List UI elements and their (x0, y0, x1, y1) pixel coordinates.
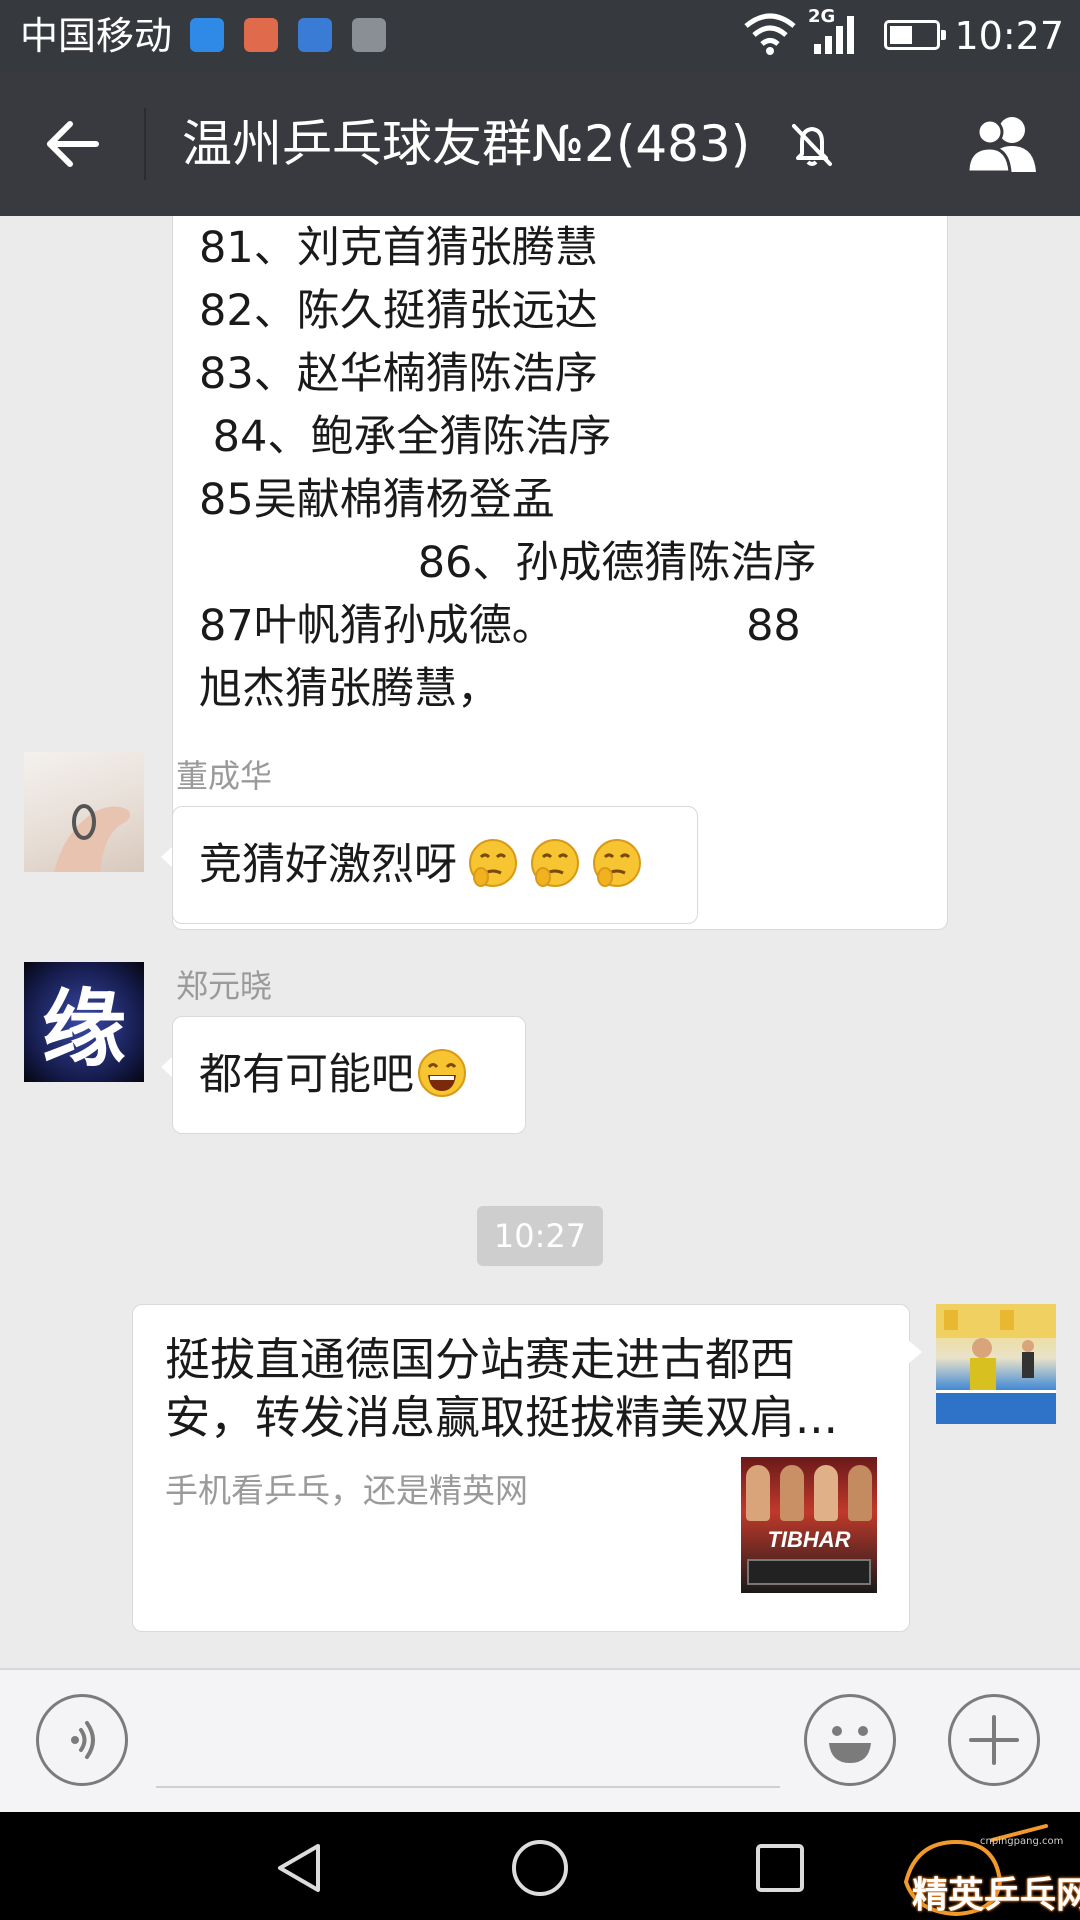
site-watermark: cnpingpang.com 精英乒乓网 (896, 1822, 1080, 1918)
signal-icon (814, 16, 854, 54)
sender-name: 郑元晓 (176, 967, 273, 1005)
battery-icon (884, 20, 946, 50)
link-title: 挺拔直通德国分站赛走进古都西安，转发消息赢取挺拔精美双肩... (165, 1333, 838, 1444)
voice-icon (71, 1721, 95, 1759)
message-bubble[interactable]: 都有可能吧 (172, 1016, 526, 1134)
link-thumbnail: TIBHAR (741, 1457, 877, 1593)
link-description: 手机看乒乓，还是精英网 (165, 1471, 528, 1510)
hand-with-ring-image (54, 804, 130, 872)
grinning-emoji-icon (418, 1049, 466, 1097)
table-tennis-player-image (936, 1304, 1056, 1424)
message-line: 84、鲍承全猜陈浩序 (199, 412, 612, 462)
health-app-icon (298, 18, 332, 52)
smiley-icon (829, 1726, 871, 1763)
nav-recents-button[interactable] (752, 1840, 808, 1896)
thinking-emoji-icon (593, 839, 641, 887)
avatar-self[interactable] (936, 1304, 1056, 1424)
shared-link-card[interactable]: 挺拔直通德国分站赛走进古都西安，转发消息赢取挺拔精美双肩... 手机看乒乓，还是… (132, 1304, 910, 1632)
status-bar: 中国移动 2G 10:27 (0, 0, 1080, 72)
message-line: 85吴献棉猜杨登孟 (199, 475, 555, 525)
message-text: 竞猜好激烈呀 (199, 840, 457, 890)
group-members-button[interactable] (960, 112, 1046, 176)
mute-notification-icon (792, 124, 832, 166)
thinking-emoji-icon (469, 839, 517, 887)
bubble-tail (908, 1340, 922, 1364)
avatar-calligraphy: 缘 (41, 978, 126, 1078)
back-button[interactable] (36, 108, 108, 180)
message-line: 81、刘克首猜张腾慧 (199, 223, 598, 273)
avatar-zheng[interactable]: 缘 (24, 962, 144, 1082)
message-line: 旭杰猜张腾慧， (199, 664, 500, 714)
emoji-button[interactable] (804, 1694, 896, 1786)
keyboard-app-icon (190, 18, 224, 52)
timestamp-chip: 10:27 (477, 1206, 603, 1266)
gallery-app-icon (352, 18, 386, 52)
chat-header: 温州乒乓球友群№2(483) (0, 72, 1080, 216)
voice-input-button[interactable] (36, 1694, 128, 1786)
message-line: 82、陈久挺猜张远达 (199, 286, 598, 336)
carrier-label: 中国移动 (20, 14, 173, 58)
thinking-emoji-icon (531, 839, 579, 887)
sender-name: 董成华 (176, 757, 273, 795)
thumb-player-row (741, 1465, 877, 1525)
message-list[interactable]: 81、刘克首猜张腾慧 82、陈久挺猜张远达 83、赵华楠猜陈浩序 84、鲍承全猜… (0, 216, 1080, 1668)
clock-label: 10:27 (954, 14, 1064, 58)
chat-title: 温州乒乓球友群№2(483) (182, 115, 751, 173)
header-divider (144, 108, 146, 180)
message-line: 83、赵华楠猜陈浩序 (199, 349, 598, 399)
message-bubble[interactable]: 竞猜好激烈呀 (172, 806, 698, 924)
avatar-dong[interactable] (24, 752, 144, 872)
watermark-text: 精英乒乓网 (912, 1875, 1080, 1916)
nav-home-button[interactable] (510, 1838, 570, 1898)
watermark-url: cnpingpang.com (980, 1836, 1064, 1847)
plus-icon (969, 1715, 1019, 1765)
thumb-brand-text: TIBHAR (767, 1527, 851, 1552)
message-text: 都有可能吧 (199, 1050, 414, 1100)
message-input[interactable] (156, 1786, 780, 1788)
more-options-button[interactable] (948, 1694, 1040, 1786)
nav-back-button[interactable] (272, 1840, 328, 1896)
message-line: 87叶帆猜孙成德。 88 (199, 601, 801, 651)
message-line: 86、孙成德猜陈浩序 (199, 538, 817, 588)
thumb-banner (747, 1559, 871, 1585)
input-bar (0, 1668, 1080, 1812)
wifi-icon (744, 13, 796, 55)
mail-app-icon (244, 18, 278, 52)
